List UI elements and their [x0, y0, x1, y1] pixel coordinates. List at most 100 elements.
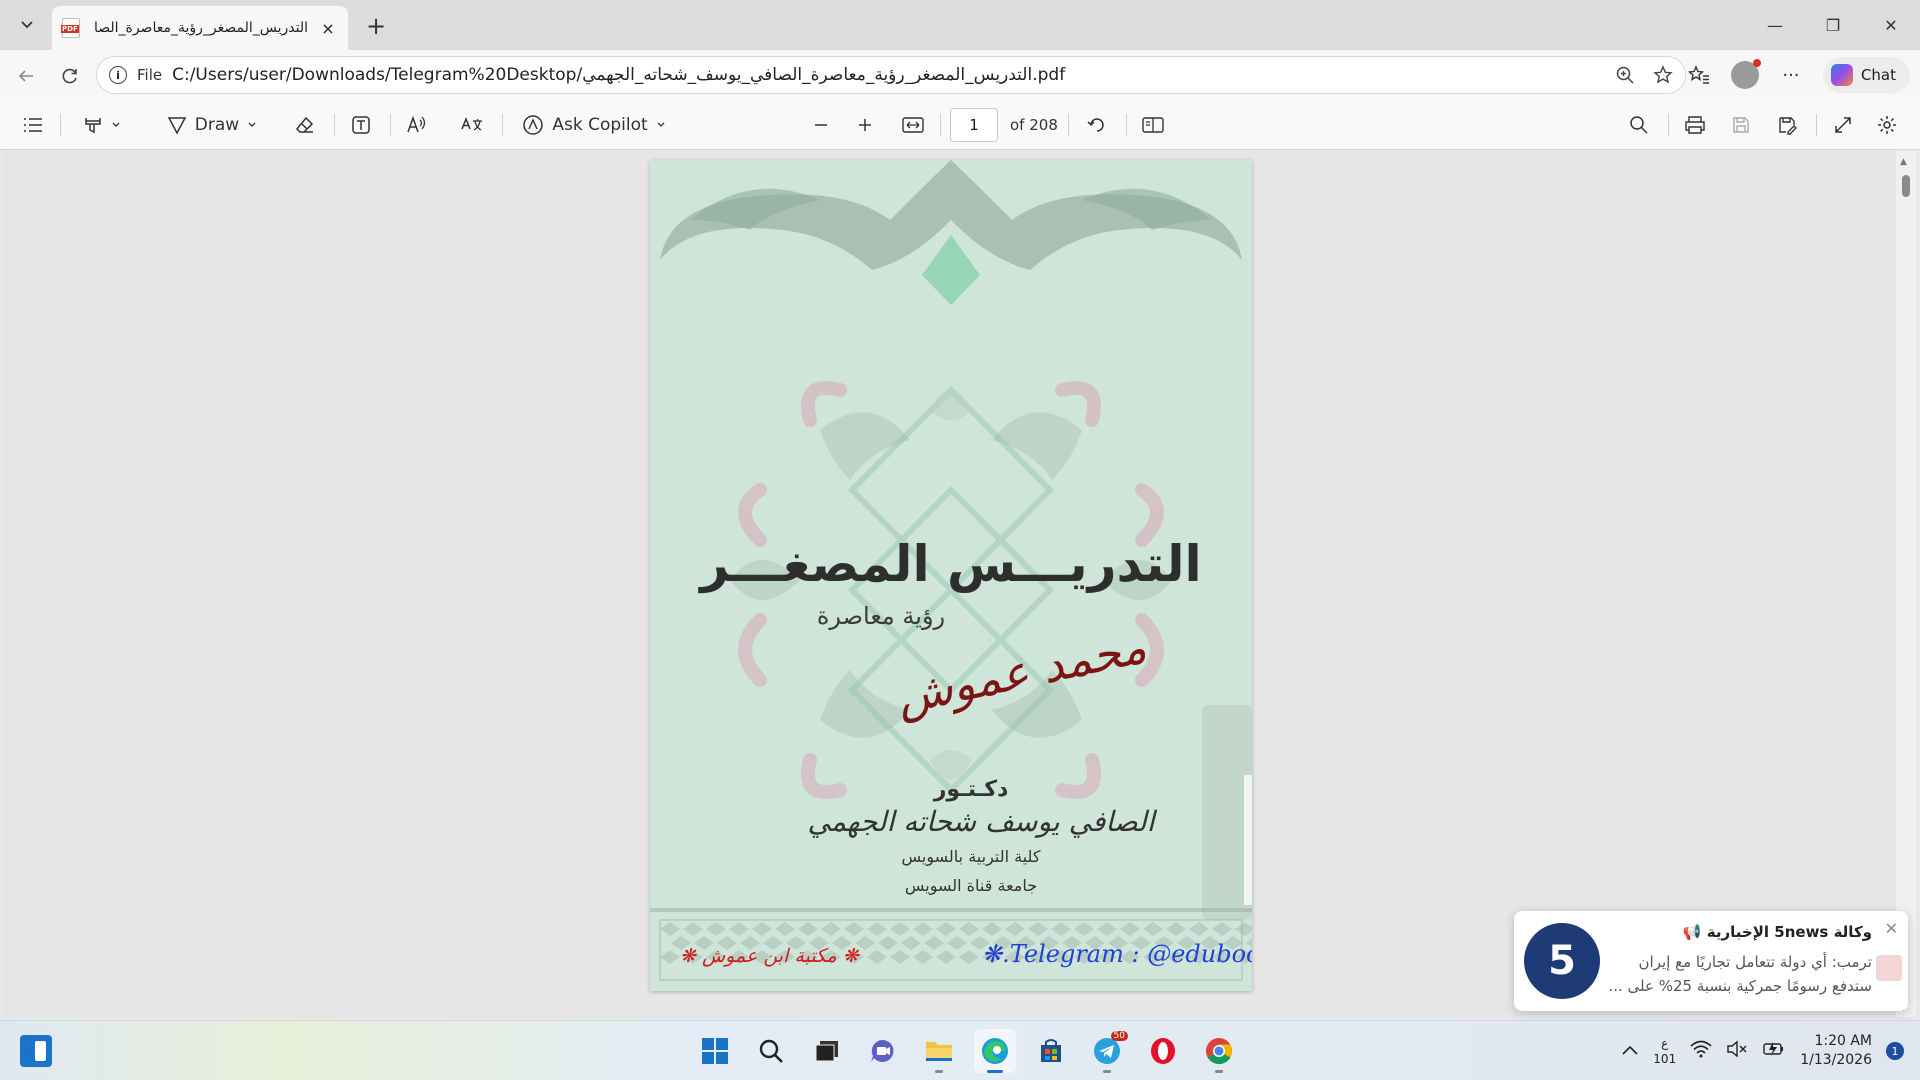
lattice-diamond: [1028, 922, 1048, 936]
info-icon[interactable]: i: [109, 66, 127, 84]
highlight-button[interactable]: [74, 108, 130, 142]
back-button[interactable]: [10, 60, 42, 92]
new-tab-button[interactable]: +: [362, 12, 390, 40]
favorite-star-icon[interactable]: [1653, 65, 1673, 85]
pdf-viewer[interactable]: التدريـــس المصغـــر رؤية معاصرة محمد عم…: [4, 151, 1896, 1017]
plus-icon: [859, 119, 871, 131]
fullscreen-button[interactable]: [1828, 108, 1858, 142]
widgets-icon[interactable]: [20, 1035, 52, 1067]
show-hidden-icons-chevron-up-icon[interactable]: [1621, 1042, 1639, 1060]
find-button[interactable]: [1624, 108, 1654, 142]
browser-tab-active[interactable]: التدريس_المصغر_رؤية_معاصرة_الصا ×: [52, 6, 348, 50]
url-text[interactable]: C:/Users/user/Downloads/Telegram%20Deskt…: [172, 65, 1605, 85]
keyboard-layout: 101: [1653, 1052, 1677, 1066]
file-explorer-button[interactable]: [918, 1029, 960, 1073]
notification-toast[interactable]: 5 ✕ وكالة 5news الإخبارية 📢 ترمب: أي دول…: [1514, 911, 1908, 1011]
lattice-diamond: [1051, 922, 1071, 936]
add-text-button[interactable]: [346, 108, 376, 142]
start-button[interactable]: [694, 1029, 736, 1073]
notification-count-badge[interactable]: 1: [1886, 1042, 1904, 1060]
draw-button[interactable]: Draw: [156, 108, 268, 142]
lattice-diamond: [959, 922, 979, 936]
rotate-icon: [1087, 118, 1104, 132]
zoom-icon[interactable]: [1615, 65, 1635, 85]
search-button[interactable]: [750, 1029, 792, 1073]
read-aloud-button[interactable]: [402, 108, 432, 142]
page-view-icon: [1142, 117, 1164, 133]
folder-icon: [926, 1042, 952, 1061]
cover-author: الصافي يوسف شحاته الجهمي: [807, 805, 1155, 838]
zoom-in-button[interactable]: [852, 108, 878, 142]
profile-avatar[interactable]: [1730, 59, 1761, 89]
lattice-diamond: [798, 922, 818, 936]
translate-button[interactable]: [456, 108, 488, 142]
opera-button[interactable]: [1142, 1029, 1184, 1073]
address-bar[interactable]: i File C:/Users/user/Downloads/Telegram%…: [96, 56, 1686, 94]
pen-icon: [167, 117, 187, 135]
page-number-input[interactable]: 1: [950, 108, 998, 142]
read-aloud-icon: [407, 115, 426, 133]
refresh-button[interactable]: [54, 60, 86, 92]
arrow-left-icon: [18, 70, 33, 82]
volume-muted-icon[interactable]: [1726, 1040, 1748, 1062]
separator: [502, 114, 503, 136]
save-as-button[interactable]: [1772, 108, 1802, 142]
cover-subtitle: رؤية معاصرة: [816, 602, 946, 630]
tab-list-button[interactable]: [10, 8, 44, 42]
copilot-outline-icon: [523, 115, 544, 135]
text-box-icon: [352, 116, 370, 134]
table-of-contents-button[interactable]: [18, 108, 48, 142]
scroll-up-arrow[interactable]: ▲: [1900, 157, 1907, 167]
close-icon[interactable]: ✕: [1885, 919, 1898, 938]
lattice-diamond: [1235, 922, 1252, 936]
page-view-button[interactable]: [1138, 108, 1168, 142]
lattice-diamond: [660, 950, 680, 964]
fit-to-width-button[interactable]: [898, 108, 928, 142]
task-view-button[interactable]: [806, 1029, 848, 1073]
cover-college: كلية التربية بالسويس: [901, 847, 1041, 866]
print-button[interactable]: [1680, 108, 1710, 142]
library-watermark: ❋ مكتبة ابن عموش ❋: [680, 945, 859, 967]
save-button[interactable]: [1726, 108, 1756, 142]
page-total: of 208: [1010, 116, 1058, 134]
lattice-diamond: [936, 922, 956, 936]
input-language[interactable]: ع 101: [1653, 1035, 1676, 1067]
settings-button[interactable]: [1872, 108, 1902, 142]
maximize-button[interactable]: ❐: [1804, 0, 1862, 50]
ask-copilot-button[interactable]: Ask Copilot: [518, 108, 670, 142]
lattice-diamond: [844, 922, 864, 936]
more-menu-icon[interactable]: ···: [1777, 61, 1805, 89]
refresh-icon: [62, 68, 77, 84]
edge-button[interactable]: [974, 1029, 1016, 1073]
minimize-button[interactable]: —: [1746, 0, 1804, 50]
teams-meet-button[interactable]: [862, 1029, 904, 1073]
date: 1/13/2026: [1800, 1052, 1872, 1068]
store-icon: [1041, 1039, 1061, 1062]
scroll-thumb[interactable]: [1902, 175, 1910, 197]
opera-icon: [1151, 1038, 1175, 1064]
chrome-button[interactable]: [1198, 1029, 1240, 1073]
telegram-button[interactable]: 50: [1086, 1029, 1128, 1073]
rotate-button[interactable]: [1082, 108, 1112, 142]
close-tab-icon[interactable]: ×: [318, 18, 338, 38]
chevron-down-icon: [21, 21, 33, 29]
store-button[interactable]: [1030, 1029, 1072, 1073]
time: 1:20 AM: [1814, 1033, 1872, 1049]
clock[interactable]: 1:20 AM 1/13/2026: [1800, 1032, 1872, 1070]
lattice-diamond: [706, 922, 726, 936]
pdf-page-cover: التدريـــس المصغـــر رؤية معاصرة محمد عم…: [650, 160, 1252, 991]
favorites-icon[interactable]: [1685, 61, 1713, 89]
vertical-scrollbar[interactable]: ▲ ▼: [1896, 151, 1916, 1017]
battery-charging-icon[interactable]: [1762, 1040, 1786, 1062]
language-indicator: ع: [1661, 1036, 1669, 1050]
wifi-icon[interactable]: [1690, 1040, 1712, 1062]
lattice-diamond: [867, 922, 887, 936]
erase-button[interactable]: [290, 108, 320, 142]
fit-width-icon: [902, 117, 924, 133]
close-window-button[interactable]: ✕: [1862, 0, 1920, 50]
zoom-out-button[interactable]: [808, 108, 834, 142]
lattice-diamond: [913, 950, 933, 964]
lattice-diamond: [936, 950, 956, 964]
copilot-chat-button[interactable]: Chat: [1822, 57, 1910, 93]
toast-message-line1: ترمب: أي دولة تتعامل تجاريًا مع إيران: [1638, 953, 1872, 971]
